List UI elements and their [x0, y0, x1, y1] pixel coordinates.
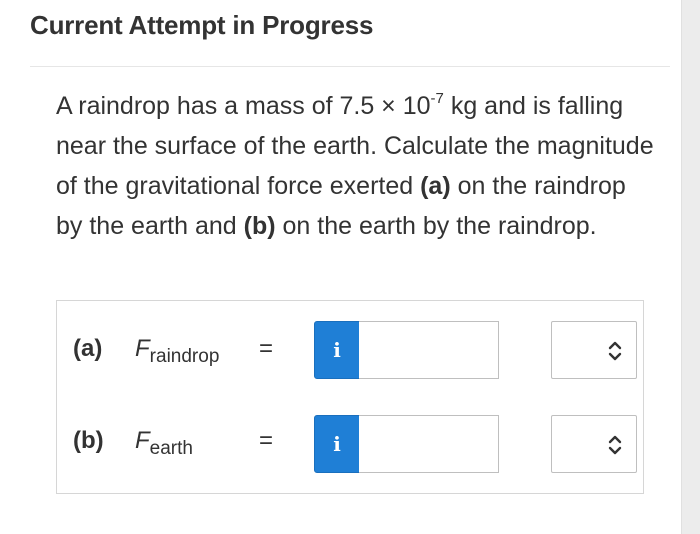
header-divider [30, 66, 670, 67]
answer-b-variable: Fearth [135, 427, 193, 459]
mass-exponent: -7 [430, 89, 444, 107]
chevron-up-down-icon [608, 435, 622, 455]
page-title: Current Attempt in Progress [30, 10, 374, 40]
answer-b-unit-select[interactable] [551, 415, 637, 473]
info-icon: i [333, 432, 341, 456]
answer-a-label: (a) [73, 335, 103, 362]
question-part-a-label: (a) [420, 172, 451, 200]
answer-b-variable-subscript: earth [149, 438, 193, 459]
answer-a-variable-subscript: raindrop [149, 346, 220, 367]
answer-b-label: (b) [73, 427, 104, 454]
answer-a-equals: = [259, 335, 274, 362]
answer-a-info-button[interactable]: i [314, 321, 360, 379]
answer-box: (a) Fraindrop = i (b) Fearth = i [56, 300, 644, 494]
answer-row-a: (a) Fraindrop = i [57, 301, 643, 379]
answer-b-value-input[interactable] [359, 415, 499, 473]
answer-a-variable: Fraindrop [135, 335, 219, 367]
page: Current Attempt in Progress A raindrop h… [0, 0, 700, 534]
question-part-b-label: (b) [243, 212, 276, 240]
chevron-up-down-icon [608, 341, 622, 361]
info-icon: i [333, 338, 341, 362]
answer-a-unit-select[interactable] [551, 321, 637, 379]
question-text-part-1: A raindrop has a mass of 7.5 × 10 [56, 92, 431, 120]
answer-row-b: (b) Fearth = i [57, 397, 643, 473]
question-text-part-4: on the earth by the raindrop. [275, 212, 597, 240]
question-text: A raindrop has a mass of 7.5 × 10-7 kg a… [56, 86, 656, 246]
answer-b-variable-symbol: F [135, 427, 150, 454]
answer-a-variable-symbol: F [135, 335, 150, 362]
scrollbar-track[interactable] [681, 0, 700, 534]
answer-b-equals: = [259, 427, 274, 454]
answer-a-value-input[interactable] [359, 321, 499, 379]
answer-b-info-button[interactable]: i [314, 415, 360, 473]
